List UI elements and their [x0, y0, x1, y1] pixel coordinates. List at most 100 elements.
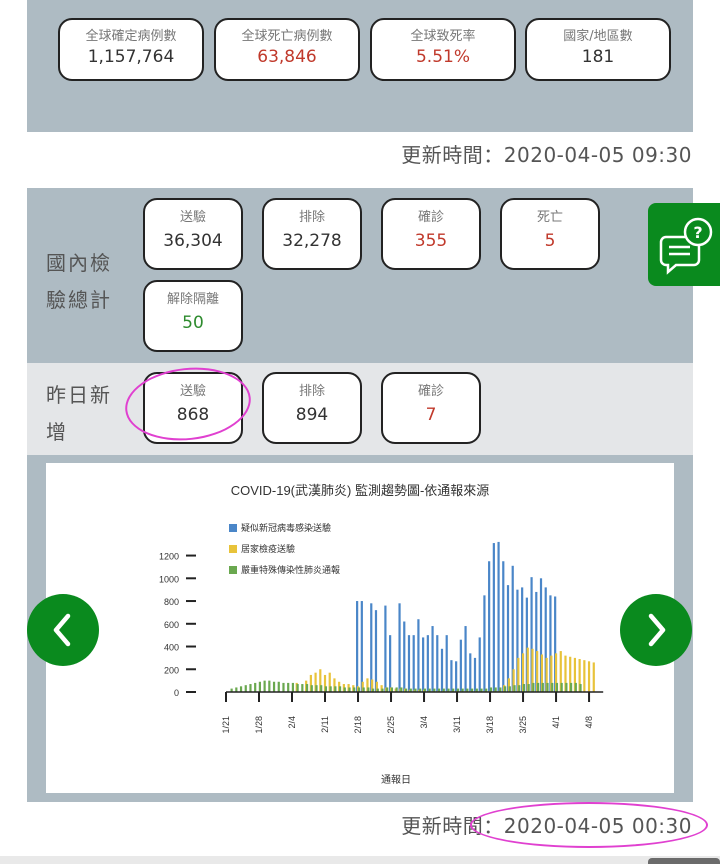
chart-bar	[488, 561, 491, 692]
chart-prev-button[interactable]	[27, 594, 99, 666]
chart-bar	[579, 684, 582, 692]
stat-label: 解除隔離	[166, 292, 219, 307]
domestic-tested-card: 送驗 36,304	[143, 198, 243, 270]
chart-bar	[551, 682, 554, 692]
legend-label: 嚴重特殊傳染性肺炎通報	[241, 564, 340, 575]
chart-bar	[329, 686, 332, 692]
chart-bar	[527, 684, 530, 692]
chart-bar	[450, 660, 453, 692]
chart-bar	[541, 682, 544, 692]
legend-swatch	[229, 545, 237, 553]
chart-bar	[277, 681, 280, 692]
x-tick-label: 2/4	[287, 716, 297, 729]
chart-bar	[536, 682, 540, 692]
chart-bar	[565, 682, 568, 692]
chart-bar	[560, 682, 563, 692]
chart-bar	[532, 682, 535, 692]
chart-bar	[258, 681, 262, 692]
chart-next-button[interactable]	[620, 594, 692, 666]
chart-bar	[338, 686, 342, 692]
x-tick-label: 3/11	[452, 716, 462, 733]
stat-value: 355	[414, 231, 448, 251]
stat-label: 國家/地區數	[563, 29, 633, 44]
chart-bar	[310, 685, 313, 692]
stat-label: 送驗	[179, 210, 206, 225]
chart-bar	[412, 635, 415, 692]
stat-value: 181	[581, 47, 615, 67]
legend-swatch	[229, 566, 237, 574]
stat-value: 1,157,764	[87, 47, 175, 67]
chart-bar	[436, 635, 439, 692]
y-tick-label: 800	[164, 597, 179, 607]
chart-bar	[244, 685, 247, 692]
svg-text:?: ?	[693, 223, 702, 242]
chart-bar	[403, 621, 406, 692]
global-countries-card: 國家/地區數 181	[525, 18, 671, 81]
chart-bar	[483, 595, 486, 692]
x-tick-label: 3/18	[485, 716, 495, 734]
chart-bar	[508, 686, 511, 692]
stat-value: 63,846	[257, 47, 317, 67]
stat-value: 36,304	[163, 231, 223, 251]
chart-y-axis: 0 200 400 600 800 1000 1200	[159, 552, 196, 698]
chart-bar	[296, 684, 299, 692]
stat-label: 全球確定病例數	[85, 29, 177, 44]
legend-swatch	[229, 524, 237, 532]
chart-bar	[574, 682, 577, 692]
chart-bar	[370, 603, 373, 692]
chart-bar	[263, 680, 266, 692]
chart-bar	[239, 686, 243, 692]
chart-bar	[445, 635, 448, 692]
legend-label: 居家檢疫送驗	[241, 543, 295, 554]
x-tick-label: 4/1	[551, 716, 561, 729]
y-tick-label: 200	[164, 665, 179, 675]
stat-value: 32,278	[282, 231, 342, 251]
y-tick-label: 400	[164, 643, 179, 653]
chart-bar	[522, 684, 526, 692]
chevron-right-icon	[648, 613, 666, 647]
chart-bar	[389, 635, 392, 692]
trend-chart: COVID-19(武漢肺炎) 監測趨勢圖-依通報來源 通報日 疑似新冠病毒感染送…	[159, 483, 604, 786]
stat-label: 確診	[417, 210, 444, 225]
daily-section-label: 昨日新增	[46, 383, 112, 444]
chart-bar	[555, 682, 559, 692]
domestic-released-card: 解除隔離 50	[143, 280, 243, 352]
chart-bar	[518, 685, 521, 692]
chevron-left-icon	[53, 613, 71, 647]
y-tick-label: 600	[164, 620, 179, 630]
bottom-bar	[0, 856, 720, 864]
domestic-section-label: 國內檢驗總計	[46, 251, 112, 312]
chart-bar	[407, 635, 411, 692]
chart-bar	[513, 685, 516, 692]
chart-bar	[324, 686, 328, 692]
chart-title: COVID-19(武漢肺炎) 監測趨勢圖-依通報來源	[231, 483, 490, 498]
chat-question-icon: ?	[659, 217, 713, 275]
chart-bar	[431, 626, 434, 692]
chart-bar	[469, 653, 472, 692]
x-tick-label: 3/4	[419, 716, 429, 729]
chart-bar	[360, 601, 363, 692]
chart-bar	[291, 682, 295, 692]
domestic-deaths-card: 死亡 5	[500, 198, 600, 270]
global-confirmed-card: 全球確定病例數 1,157,764	[58, 18, 204, 81]
y-tick-label: 1200	[159, 552, 179, 562]
domestic-excluded-card: 排除 32,278	[262, 198, 362, 270]
chart-bar	[478, 637, 481, 692]
x-tick-label: 2/25	[386, 716, 396, 734]
x-tick-label: 4/8	[584, 716, 594, 729]
chart-bar	[334, 686, 337, 692]
stat-value: 894	[295, 405, 329, 425]
stat-label: 確診	[417, 384, 444, 399]
chart-bar	[272, 681, 276, 692]
global-deaths-card: 全球死亡病例數 63,846	[214, 18, 360, 81]
chart-bar	[592, 662, 595, 692]
x-tick-label: 3/25	[518, 716, 528, 734]
global-update-time: 更新時間：2020-04-05 09:30	[401, 143, 692, 167]
stat-label: 死亡	[536, 210, 563, 225]
chart-bar	[506, 585, 510, 692]
stat-value: 5.51%	[415, 47, 470, 67]
legend-label: 疑似新冠病毒感染送驗	[241, 522, 331, 533]
chart-bar	[398, 603, 401, 692]
chat-help-button[interactable]: ?	[648, 203, 720, 286]
chart-bar	[282, 682, 285, 692]
